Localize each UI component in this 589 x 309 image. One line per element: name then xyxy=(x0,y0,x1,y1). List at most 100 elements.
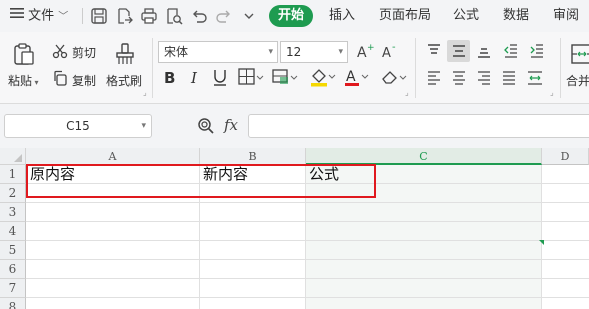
svg-text:A: A xyxy=(382,46,391,60)
chevron-down-icon: ▾ xyxy=(141,121,146,131)
merge-cells-icon[interactable] xyxy=(570,42,589,69)
paste-icon[interactable] xyxy=(12,42,36,69)
hamburger-icon xyxy=(10,0,24,32)
increase-indent-icon[interactable] xyxy=(529,43,545,62)
chevron-down-icon: ▾ xyxy=(268,47,273,57)
print-preview-icon[interactable] xyxy=(165,7,183,25)
column-header-b[interactable]: B xyxy=(200,148,306,165)
menu-separator xyxy=(82,8,83,24)
copy-label[interactable]: 复制 xyxy=(72,72,96,89)
redo-icon[interactable] xyxy=(215,7,233,25)
distributed-align-icon[interactable] xyxy=(526,70,544,89)
tab-page-layout[interactable]: 页面布局 xyxy=(379,0,431,32)
row-header-4[interactable]: 4 xyxy=(0,222,26,241)
svg-text:+: + xyxy=(367,43,374,53)
underline-icon[interactable] xyxy=(211,68,229,89)
alignment-dialog-launcher-icon[interactable]: ⌟ xyxy=(550,88,554,97)
ribbon-home: 粘贴 ▾ 剪切 复制 格式刷 ⌟ 宋体 ▾ 12 ▾ A + A- B I A … xyxy=(0,32,589,104)
chevron-down-icon: ﹀ xyxy=(58,11,69,23)
row-header-7[interactable]: 7 xyxy=(0,279,26,298)
chevron-down-icon: ▾ xyxy=(32,78,39,87)
svg-text:A: A xyxy=(346,69,356,85)
tab-home[interactable]: 开始 xyxy=(269,5,313,27)
column-header-a[interactable]: A xyxy=(26,148,200,165)
font-name-value: 宋体 xyxy=(164,45,189,59)
print-icon[interactable] xyxy=(140,7,158,25)
align-middle-icon xyxy=(451,43,467,62)
row-header-3[interactable]: 3 xyxy=(0,203,26,222)
format-painter-label[interactable]: 格式刷 xyxy=(106,72,142,89)
cell-reference: C15 xyxy=(66,119,90,133)
formula-bar: C15 ▾ fx xyxy=(0,104,589,148)
customize-quick-access-icon[interactable] xyxy=(240,7,258,25)
chevron-down-icon: ▾ xyxy=(338,47,343,57)
gridline xyxy=(26,202,589,203)
svg-text:B: B xyxy=(164,69,175,86)
gridline xyxy=(26,259,589,260)
save-icon[interactable] xyxy=(90,7,108,25)
justify-icon[interactable] xyxy=(501,70,517,89)
row-header-2[interactable]: 2 xyxy=(0,184,26,203)
increase-font-size-icon[interactable]: A + xyxy=(356,42,375,63)
export-icon[interactable] xyxy=(115,7,133,25)
align-top-icon[interactable] xyxy=(426,43,442,62)
font-size-select[interactable]: 12 ▾ xyxy=(280,41,348,63)
row-header-8[interactable]: 8 xyxy=(0,298,26,309)
cell-comment-indicator xyxy=(539,240,544,245)
align-bottom-icon[interactable] xyxy=(476,43,492,62)
paste-button[interactable]: 粘贴 ▾ xyxy=(8,72,39,89)
font-dialog-launcher-icon[interactable]: ⌟ xyxy=(405,88,409,97)
undo-icon[interactable] xyxy=(190,7,208,25)
ribbon-separator xyxy=(415,38,416,98)
fill-color-icon[interactable] xyxy=(310,67,336,90)
gridline xyxy=(26,278,589,279)
align-middle-button[interactable] xyxy=(447,40,470,62)
align-right-icon[interactable] xyxy=(476,70,492,89)
format-painter-icon[interactable] xyxy=(113,42,137,69)
formula-input[interactable] xyxy=(248,114,589,138)
insert-function-button[interactable]: fx xyxy=(224,116,238,134)
svg-text:I: I xyxy=(190,69,198,86)
row-header-5[interactable]: 5 xyxy=(0,241,26,260)
tab-insert[interactable]: 插入 xyxy=(329,0,355,32)
font-size-value: 12 xyxy=(286,45,302,59)
gridline xyxy=(26,221,589,222)
paste-label: 粘贴 xyxy=(8,74,33,88)
column-header-c[interactable]: C xyxy=(306,148,542,165)
row-header-6[interactable]: 6 xyxy=(0,260,26,279)
align-left-icon[interactable] xyxy=(426,70,442,89)
clipboard-dialog-launcher-icon[interactable]: ⌟ xyxy=(143,88,147,97)
tab-review[interactable]: 审阅 xyxy=(553,0,579,32)
merge-cells-label[interactable]: 合并 xyxy=(566,72,589,89)
cut-icon[interactable] xyxy=(52,43,68,62)
conditional-fill-icon[interactable] xyxy=(272,68,298,89)
font-name-select[interactable]: 宋体 ▾ xyxy=(158,41,278,63)
ribbon-separator xyxy=(560,38,561,98)
column-header-d[interactable]: D xyxy=(542,148,589,165)
row-header-1[interactable]: 1 xyxy=(0,165,26,184)
font-color-icon[interactable]: A xyxy=(344,67,370,90)
tab-formulas[interactable]: 公式 xyxy=(453,0,479,32)
file-menu[interactable]: 文件 ﹀ xyxy=(10,0,68,32)
menu-bar: 文件 ﹀ 开始 插入 页面布局 公式 数据 审阅 xyxy=(0,0,589,32)
cut-label[interactable]: 剪切 xyxy=(72,44,96,61)
select-all-corner[interactable] xyxy=(0,148,26,165)
bold-icon[interactable]: B xyxy=(162,68,178,89)
name-box[interactable]: C15 ▾ xyxy=(4,114,152,138)
align-center-icon[interactable] xyxy=(451,70,467,89)
zoom-search-icon[interactable] xyxy=(197,117,215,138)
gridline xyxy=(26,297,589,298)
decrease-indent-icon[interactable] xyxy=(503,43,519,62)
svg-text:A: A xyxy=(357,45,367,60)
clear-format-icon[interactable] xyxy=(381,68,407,89)
highlight-annotation-box xyxy=(26,164,376,198)
tab-data[interactable]: 数据 xyxy=(503,0,529,32)
file-menu-label: 文件 xyxy=(28,8,55,24)
spreadsheet-grid: A B C D 1 2 3 4 5 6 7 8 原内容 新内容 公式 xyxy=(0,148,589,309)
borders-icon[interactable] xyxy=(238,68,264,89)
italic-icon[interactable]: I xyxy=(188,68,204,89)
decrease-font-size-icon[interactable]: A- xyxy=(381,42,399,63)
svg-text:-: - xyxy=(392,42,396,53)
copy-icon[interactable] xyxy=(52,70,68,89)
gridline xyxy=(541,165,542,309)
